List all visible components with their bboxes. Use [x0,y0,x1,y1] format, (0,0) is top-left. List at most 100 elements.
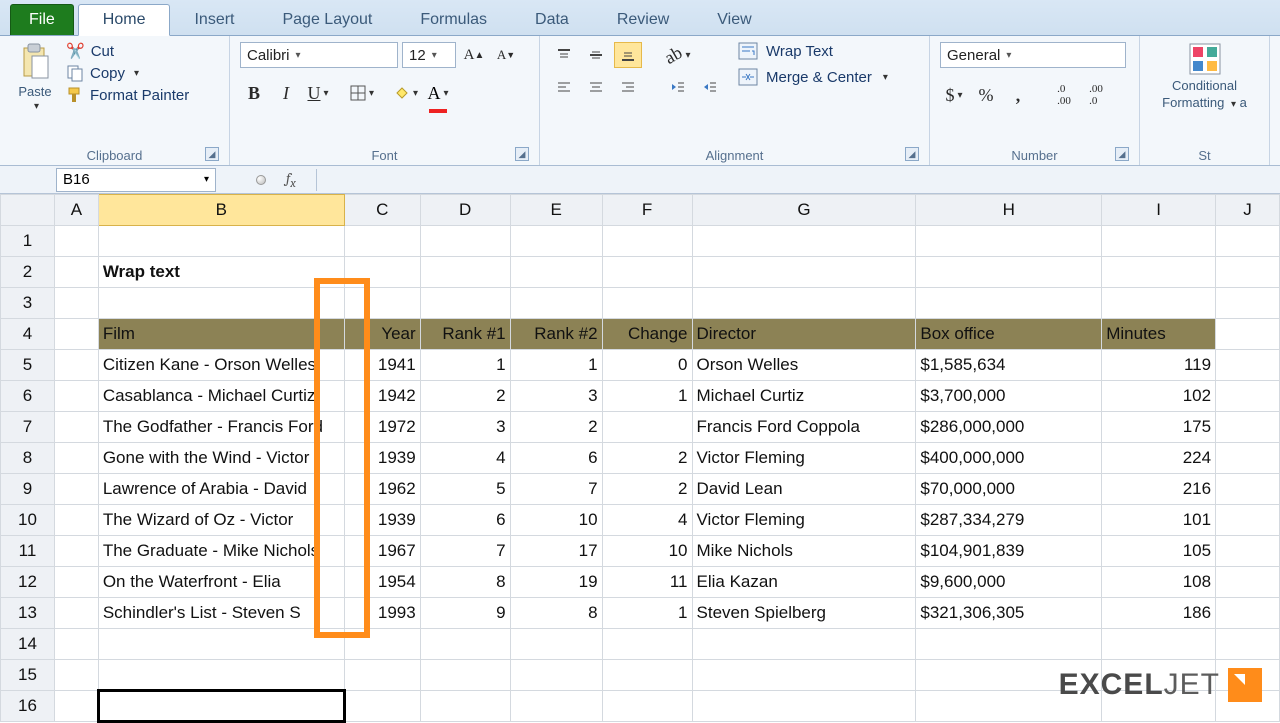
cell[interactable]: 2 [510,412,602,443]
cell[interactable]: 3 [510,381,602,412]
cell[interactable]: $3,700,000 [916,381,1102,412]
cell[interactable]: 216 [1102,474,1216,505]
row-header[interactable]: 13 [1,598,55,629]
tab-file[interactable]: File [10,4,74,35]
increase-font-button[interactable]: A▲ [460,42,488,68]
cell[interactable]: 11 [602,567,692,598]
merge-center-button[interactable]: Merge & Center▾ [738,68,888,86]
cell[interactable]: 1954 [344,567,420,598]
row-header[interactable]: 10 [1,505,55,536]
worksheet-grid[interactable]: A B C D E F G H I J 1 2Wrap text 3 4 Fil… [0,194,1280,723]
cell[interactable]: Casablanca - Michael Curtiz [98,381,344,412]
table-header[interactable]: Director [692,319,916,350]
cell[interactable]: 1 [602,598,692,629]
cell[interactable]: 186 [1102,598,1216,629]
cell[interactable]: $400,000,000 [916,443,1102,474]
tab-view[interactable]: View [693,5,775,35]
cell[interactable]: 1 [420,350,510,381]
name-box[interactable]: B16▾ [56,168,216,192]
cell[interactable]: 1972 [344,412,420,443]
cell[interactable]: 7 [420,536,510,567]
copy-button[interactable]: Copy▾ [66,64,189,82]
cell[interactable]: Citizen Kane - Orson Welles [98,350,344,381]
col-header[interactable]: J [1216,195,1280,226]
row-header[interactable]: 1 [1,226,55,257]
row-header[interactable]: 6 [1,381,55,412]
cell[interactable]: 8 [510,598,602,629]
bold-button[interactable]: B [240,80,268,106]
underline-button[interactable]: U▾ [304,80,332,106]
row-header[interactable]: 8 [1,443,55,474]
row-header[interactable]: 2 [1,257,55,288]
cell[interactable]: 1993 [344,598,420,629]
cell[interactable]: 17 [510,536,602,567]
cell[interactable]: 9 [420,598,510,629]
cell[interactable]: 4 [602,505,692,536]
decrease-font-button[interactable]: A▼ [492,42,520,68]
cell[interactable]: 102 [1102,381,1216,412]
cell[interactable]: 1967 [344,536,420,567]
cell[interactable]: 1939 [344,505,420,536]
formula-input[interactable] [316,169,1280,191]
border-button[interactable]: ▾ [348,80,376,106]
col-header[interactable]: H [916,195,1102,226]
cell[interactable]: Steven Spielberg [692,598,916,629]
tab-home[interactable]: Home [78,4,171,36]
cell[interactable]: 119 [1102,350,1216,381]
decrease-decimal-button[interactable]: .00.0 [1082,82,1110,108]
row-header[interactable]: 16 [1,691,55,722]
cell[interactable]: 10 [602,536,692,567]
tab-review[interactable]: Review [593,5,693,35]
comma-button[interactable]: , [1004,82,1032,108]
align-bottom-button[interactable] [614,42,642,68]
col-header[interactable]: D [420,195,510,226]
row-header[interactable]: 9 [1,474,55,505]
cell[interactable]: $9,600,000 [916,567,1102,598]
cell[interactable]: 3 [420,412,510,443]
tab-formulas[interactable]: Formulas [396,5,511,35]
tab-page-layout[interactable]: Page Layout [258,5,396,35]
cell[interactable]: Victor Fleming [692,443,916,474]
cell[interactable]: 2 [602,474,692,505]
font-size-combo[interactable]: 12▾ [402,42,456,68]
font-color-button[interactable]: A▾ [424,80,452,106]
cell[interactable]: 224 [1102,443,1216,474]
cell[interactable]: 7 [510,474,602,505]
italic-button[interactable]: I [272,80,300,106]
cell[interactable]: $104,901,839 [916,536,1102,567]
cell[interactable]: $287,334,279 [916,505,1102,536]
align-middle-button[interactable] [582,42,610,68]
cell[interactable]: 1941 [344,350,420,381]
format-painter-button[interactable]: Format Painter [66,86,189,104]
wrap-text-button[interactable]: Wrap Text [738,42,888,60]
paste-button[interactable]: Paste ▾ [10,42,60,112]
cell[interactable]: Gone with the Wind - Victor [98,443,344,474]
cell[interactable]: The Godfather - Francis Ford [98,412,344,443]
cell[interactable]: 105 [1102,536,1216,567]
dialog-launcher[interactable]: ◢ [1115,147,1129,161]
increase-indent-button[interactable] [696,74,724,100]
dialog-launcher[interactable]: ◢ [905,147,919,161]
percent-button[interactable]: % [972,82,1000,108]
number-format-combo[interactable]: General▾ [940,42,1126,68]
col-header[interactable]: I [1102,195,1216,226]
tab-data[interactable]: Data [511,5,593,35]
align-left-button[interactable] [550,74,578,100]
increase-decimal-button[interactable]: .0.00 [1050,82,1078,108]
cell[interactable]: The Graduate - Mike Nichols [98,536,344,567]
cell[interactable]: 0 [602,350,692,381]
cell[interactable]: 1962 [344,474,420,505]
cell[interactable]: 4 [420,443,510,474]
cell[interactable]: David Lean [692,474,916,505]
cell[interactable]: 108 [1102,567,1216,598]
fill-color-button[interactable]: ▾ [392,80,420,106]
title-cell[interactable]: Wrap text [98,257,344,288]
row-header[interactable]: 5 [1,350,55,381]
cell[interactable]: 10 [510,505,602,536]
col-header[interactable]: G [692,195,916,226]
cell[interactable]: Mike Nichols [692,536,916,567]
table-header[interactable]: Minutes [1102,319,1216,350]
cell[interactable]: Victor Fleming [692,505,916,536]
row-header[interactable]: 14 [1,629,55,660]
cell[interactable]: 19 [510,567,602,598]
